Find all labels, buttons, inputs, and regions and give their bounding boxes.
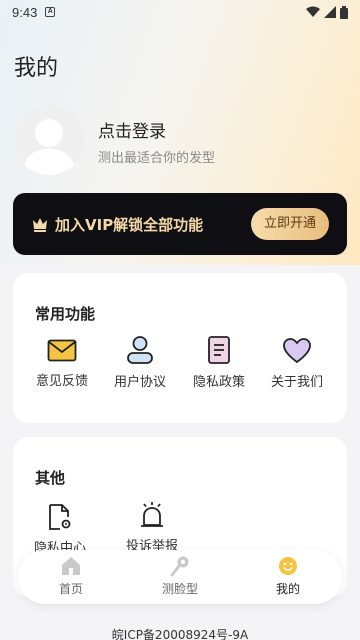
status-icons (306, 5, 348, 19)
privacy-policy-item[interactable]: 隐私政策 (184, 335, 254, 390)
default-avatar-icon (22, 119, 76, 175)
nav-me[interactable]: 我的 (248, 555, 328, 597)
heart-icon (283, 338, 311, 364)
user-agreement-item[interactable]: 用户协议 (105, 335, 175, 390)
common-functions-title: 常用功能 (35, 305, 96, 323)
me-icon (279, 557, 297, 575)
status-time: 9:43 (12, 4, 38, 20)
privacy-center-item[interactable]: 隐私中心 (25, 503, 95, 556)
login-subtitle: 测出最适合你的发型 (98, 151, 216, 166)
nav-me-label: 我的 (275, 582, 300, 596)
user-icon (127, 336, 153, 364)
feedback-label: 意见反馈 (35, 374, 88, 389)
nav-face-test-label: 测脸型 (161, 582, 198, 596)
status-bar: 9:43 A (0, 0, 360, 24)
vip-text: 加入VIP解锁全部功能 (55, 215, 204, 234)
bottom-nav: 首页 测脸型 我的 (18, 550, 342, 604)
about-us-label: 关于我们 (270, 375, 323, 390)
common-functions-card: 常用功能 意见反馈 用户协议 隐私政策 关于我们 (13, 273, 347, 423)
feedback-item[interactable]: 意见反馈 (27, 338, 97, 389)
battery-icon (340, 5, 348, 19)
document-icon (208, 336, 230, 364)
signal-icon (324, 6, 336, 18)
user-agreement-label: 用户协议 (113, 375, 166, 390)
nav-face-test[interactable]: 测脸型 (140, 555, 220, 597)
login-link[interactable]: 点击登录 (98, 117, 166, 142)
other-title: 其他 (35, 469, 66, 487)
wifi-icon (306, 6, 320, 17)
nav-home-label: 首页 (58, 582, 83, 596)
alarm-icon (141, 502, 163, 527)
crown-icon (33, 218, 47, 232)
privacy-policy-label: 隐私政策 (192, 375, 245, 390)
avatar[interactable] (14, 105, 84, 175)
nav-home[interactable]: 首页 (31, 555, 111, 597)
mail-icon (47, 339, 77, 362)
doc-gear-icon (49, 504, 71, 530)
notification-icon: A (45, 7, 56, 17)
complaint-item[interactable]: 投诉举报 (117, 501, 187, 554)
face-test-icon (170, 556, 189, 577)
icp-footer[interactable]: 皖ICP备20008924号-9A (0, 626, 360, 640)
home-icon (62, 557, 80, 575)
vip-open-button[interactable]: 立即开通 (251, 208, 329, 240)
about-us-item[interactable]: 关于我们 (262, 337, 332, 390)
vip-banner[interactable]: 加入VIP解锁全部功能 立即开通 (13, 193, 347, 255)
page-title: 我的 (14, 56, 59, 81)
